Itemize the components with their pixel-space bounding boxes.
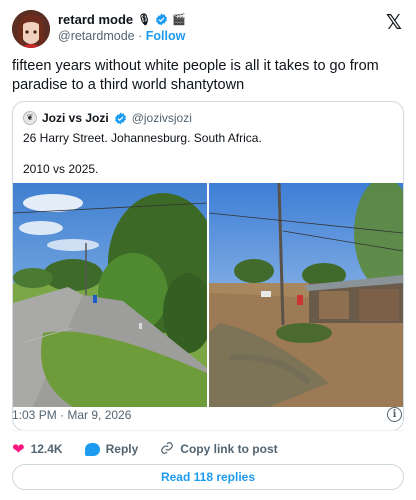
quoted-text-location: 26 Harry Street. Johannesburg. South Afr… [23,131,262,145]
quoted-author-handle: @jozivsjozi [131,111,192,125]
author-handle[interactable]: @retardmode [58,29,135,43]
photo-2010-street[interactable] [13,183,207,407]
author-info: retard mode 🎙 🎬 @retardmode · Follow [58,10,186,45]
x-logo-icon[interactable]: 𝕏 [386,12,402,34]
clapperboard-emoji: 🎬 [172,13,186,26]
tweet-timestamp[interactable]: 1:03 PM · Mar 9, 2026 [12,408,131,422]
reply-button[interactable]: Reply [84,442,139,456]
tweet-meta: 1:03 PM · Mar 9, 2026 i [12,405,404,425]
separator-dot: · [138,29,143,43]
tweet-header: retard mode 🎙 🎬 @retardmode · Follow 𝕏 [12,10,406,50]
quoted-tweet-header: ❦ Jozi vs Jozi @jozivsjozi [23,110,192,126]
heart-icon: ❤ [12,440,25,458]
verified-badge-icon [155,13,168,26]
like-button[interactable]: ❤ 12.4K [12,442,63,457]
info-icon[interactable]: i [387,407,402,422]
quoted-media[interactable] [13,183,403,407]
quoted-author-name: Jozi vs Jozi [42,111,109,125]
reply-label: Reply [105,442,139,456]
tweet-embed-card: retard mode 🎙 🎬 @retardmode · Follow 𝕏 f… [0,0,416,500]
copy-link-label: Copy link to post [180,442,278,456]
microphone-emoji: 🎙 [137,13,152,26]
tweet-actions: ❤ 12.4K Reply Copy link to post [12,438,300,460]
author-name-row: retard mode 🎙 🎬 [58,11,186,28]
quoted-text-years: 2010 vs 2025. [23,162,99,176]
tweet-text: fifteen years without white people is al… [12,58,379,93]
reply-bubble-icon [84,442,100,456]
read-replies-button[interactable]: Read 118 replies [12,464,404,490]
link-icon [160,441,174,458]
like-count: 12.4K [30,442,63,456]
divider [12,430,404,431]
author-avatar[interactable] [12,10,50,48]
photo-2025-street[interactable] [209,183,403,407]
quoted-author-avatar: ❦ [23,111,37,125]
quoted-tweet[interactable]: ❦ Jozi vs Jozi @jozivsjozi 26 Harry Stre… [12,101,404,431]
follow-button[interactable]: Follow [146,29,186,43]
copy-link-button[interactable]: Copy link to post [160,441,278,458]
author-display-name[interactable]: retard mode [58,11,133,28]
author-handle-row: @retardmode · Follow [58,28,186,45]
quoted-verified-badge-icon [114,112,127,125]
